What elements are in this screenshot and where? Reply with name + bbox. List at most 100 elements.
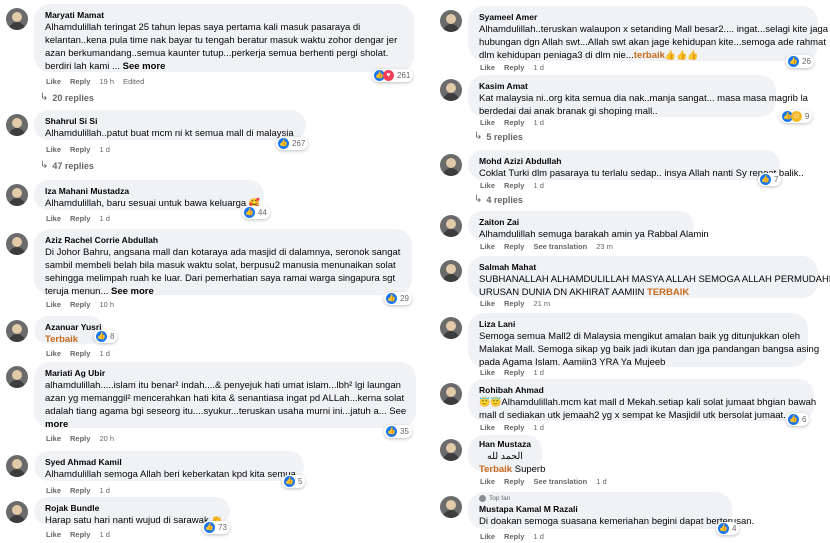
like-button[interactable]: Like [46, 214, 61, 223]
see-more-link[interactable]: See more [111, 286, 154, 297]
reaction-summary[interactable]: 👍 29 [384, 292, 412, 305]
reply-button[interactable]: Reply [504, 242, 524, 251]
reply-button[interactable]: Reply [504, 63, 524, 72]
comment-time[interactable]: 1 d [533, 532, 543, 541]
comment-time[interactable]: 1 d [533, 181, 543, 190]
comment-author[interactable]: Liza Lani [479, 318, 797, 330]
reply-button[interactable]: Reply [504, 477, 524, 486]
reply-button[interactable]: Reply [504, 118, 524, 127]
comment-author[interactable]: Mustapa Kamal M Razali [479, 503, 721, 515]
reply-button[interactable]: Reply [70, 486, 90, 495]
reaction-summary[interactable]: 👍 44 [242, 206, 270, 219]
comment-time[interactable]: 21 m [533, 299, 550, 308]
like-button[interactable]: Like [480, 181, 495, 190]
like-button[interactable]: Like [46, 300, 61, 309]
reaction-summary[interactable]: 👍 35 [384, 425, 412, 438]
comment-author[interactable]: Kasim Amat [479, 80, 765, 92]
see-more-link[interactable]: more [45, 419, 68, 430]
comment-author[interactable]: Mariati Ag Ubir [45, 367, 405, 379]
reaction-summary[interactable]: 👍 5 [282, 475, 306, 488]
avatar[interactable] [6, 455, 28, 477]
comment-time[interactable]: 10 h [99, 300, 114, 309]
like-button[interactable]: Like [480, 63, 495, 72]
reaction-summary[interactable]: 👍 8 [94, 330, 118, 343]
reaction-summary[interactable]: 👍 4 [716, 522, 740, 535]
comment-time[interactable]: 1 d [533, 63, 543, 72]
comment-time[interactable]: 1 d [99, 530, 109, 539]
reply-button[interactable]: Reply [504, 532, 524, 541]
reply-button[interactable]: Reply [70, 145, 90, 154]
like-button[interactable]: Like [46, 530, 61, 539]
like-button[interactable]: Like [480, 368, 495, 377]
avatar[interactable] [440, 154, 462, 176]
reply-button[interactable]: Reply [70, 214, 90, 223]
reply-button[interactable]: Reply [504, 423, 524, 432]
avatar[interactable] [440, 439, 462, 461]
avatar[interactable] [6, 501, 28, 523]
like-button[interactable]: Like [480, 423, 495, 432]
reply-button[interactable]: Reply [70, 530, 90, 539]
comment-author[interactable]: Salmah Mahat [479, 261, 807, 273]
comment-author[interactable]: Syed Ahmad Kamil [45, 456, 293, 468]
avatar[interactable] [440, 215, 462, 237]
avatar[interactable] [6, 366, 28, 388]
like-button[interactable]: Like [46, 145, 61, 154]
like-button[interactable]: Like [480, 118, 495, 127]
comment-author[interactable]: Rojak Bundle [45, 502, 219, 514]
comment-time[interactable]: 1 d [99, 349, 109, 358]
like-button[interactable]: Like [480, 299, 495, 308]
reaction-summary[interactable]: 👍 ♥ 261 [372, 69, 414, 82]
comment-author[interactable]: Han Mustaza [479, 438, 531, 450]
reaction-summary[interactable]: 👍 73 [202, 521, 230, 534]
avatar[interactable] [440, 79, 462, 101]
like-button[interactable]: Like [46, 434, 61, 443]
comment-time[interactable]: 19 h [99, 77, 114, 86]
like-button[interactable]: Like [480, 477, 495, 486]
comment-time[interactable]: 1 d [99, 486, 109, 495]
see-translation-link[interactable]: See translation [533, 477, 587, 486]
reply-button[interactable]: Reply [70, 300, 90, 309]
see-translation-link[interactable]: See translation [533, 242, 587, 251]
comment-author[interactable]: Rohibah Ahmad [479, 384, 803, 396]
reply-button[interactable]: Reply [504, 299, 524, 308]
see-more-link[interactable]: See more [123, 61, 166, 72]
avatar[interactable] [6, 114, 28, 136]
reply-button[interactable]: Reply [70, 434, 90, 443]
avatar[interactable] [6, 233, 28, 255]
like-button[interactable]: Like [46, 486, 61, 495]
avatar[interactable] [440, 317, 462, 339]
view-replies-link[interactable]: ↳ 20 replies [40, 92, 94, 103]
avatar[interactable] [440, 383, 462, 405]
comment-time[interactable]: 1 d [533, 368, 543, 377]
comment-time[interactable]: 1 d [533, 423, 543, 432]
comment-author[interactable]: Shahrul Si Si [45, 115, 295, 127]
comment-time[interactable]: 20 h [99, 434, 114, 443]
view-replies-link[interactable]: ↳ 4 replies [474, 194, 523, 205]
reaction-summary[interactable]: 👍 26 [786, 55, 814, 68]
reaction-summary[interactable]: 👍 7 [758, 173, 782, 186]
avatar[interactable] [6, 8, 28, 30]
avatar[interactable] [440, 10, 462, 32]
reaction-summary[interactable]: 👍 6 [786, 413, 810, 426]
comment-author[interactable]: Aziz Rachel Corrie Abdullah [45, 234, 401, 246]
view-replies-link[interactable]: ↳ 5 replies [474, 131, 523, 142]
reaction-summary[interactable]: 👍 ☺ 9 [780, 110, 813, 123]
avatar[interactable] [6, 320, 28, 342]
comment-time[interactable]: 1 d [99, 214, 109, 223]
comment-time[interactable]: 23 m [596, 242, 613, 251]
view-replies-link[interactable]: ↳ 47 replies [40, 160, 94, 171]
avatar[interactable] [440, 496, 462, 518]
comment-author[interactable]: Iza Mahani Mustadza [45, 185, 253, 197]
like-button[interactable]: Like [46, 77, 61, 86]
comment-author[interactable]: Mohd Azizi Abdullah [479, 155, 769, 167]
comment-time[interactable]: 1 d [533, 118, 543, 127]
avatar[interactable] [440, 260, 462, 282]
reply-button[interactable]: Reply [70, 77, 90, 86]
like-button[interactable]: Like [46, 349, 61, 358]
reply-button[interactable]: Reply [70, 349, 90, 358]
reaction-summary[interactable]: 👍 267 [276, 137, 309, 150]
reply-button[interactable]: Reply [504, 368, 524, 377]
avatar[interactable] [6, 184, 28, 206]
comment-time[interactable]: 1 d [596, 477, 606, 486]
like-button[interactable]: Like [480, 242, 495, 251]
